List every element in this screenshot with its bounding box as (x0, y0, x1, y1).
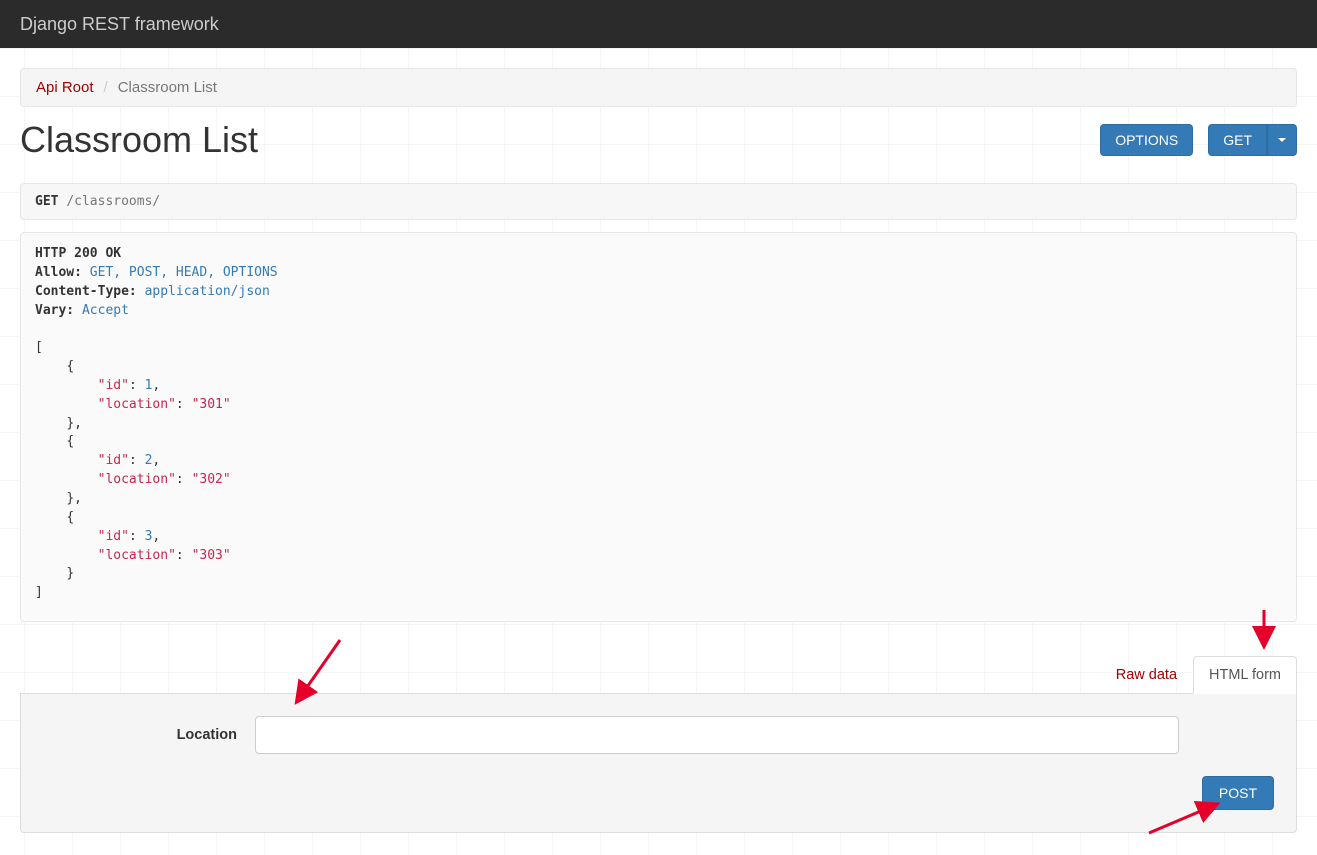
options-button[interactable]: OPTIONS (1100, 124, 1193, 156)
post-button[interactable]: POST (1202, 776, 1274, 810)
page-header: Classroom List OPTIONS GET (20, 119, 1297, 161)
get-button[interactable]: GET (1208, 124, 1267, 156)
page-title: Classroom List (20, 119, 258, 161)
breadcrumb-root[interactable]: Api Root (36, 79, 94, 96)
response-block: HTTP 200 OK Allow: GET, POST, HEAD, OPTI… (20, 232, 1297, 622)
tab-raw-data[interactable]: Raw data (1100, 656, 1193, 694)
get-dropdown-button[interactable] (1267, 124, 1297, 156)
form-tabs: Raw data HTML form (20, 656, 1297, 694)
tab-html-form[interactable]: HTML form (1193, 656, 1297, 694)
breadcrumb: Api Root / Classroom List (20, 68, 1297, 107)
chevron-down-icon (1278, 138, 1286, 142)
breadcrumb-current: Classroom List (118, 79, 217, 96)
get-button-group: GET (1208, 124, 1297, 156)
breadcrumb-separator: / (94, 79, 118, 96)
form-panel: Location POST (20, 694, 1297, 833)
location-input[interactable] (255, 716, 1179, 754)
navbar: Django REST framework (0, 0, 1317, 48)
request-path: /classrooms/ (66, 194, 160, 209)
action-buttons: OPTIONS GET (1100, 124, 1297, 156)
request-info: GET /classrooms/ (20, 183, 1297, 220)
request-method: GET (35, 194, 58, 209)
location-label: Location (43, 727, 255, 743)
form-row-location: Location (43, 716, 1274, 754)
brand-link[interactable]: Django REST framework (20, 14, 219, 35)
